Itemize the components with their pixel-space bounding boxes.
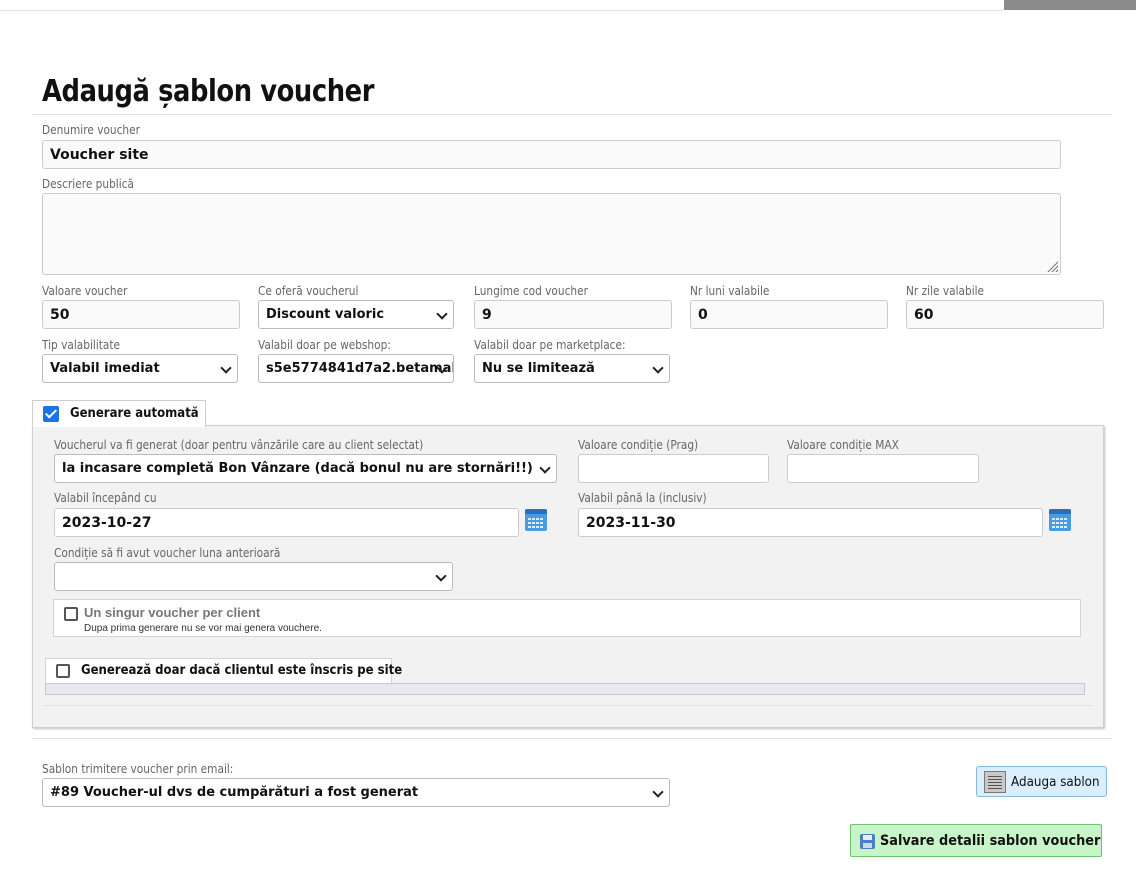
single-voucher-box: Un singur voucher per client Dupa prima … (53, 599, 1081, 637)
floppy-disk-icon (860, 834, 875, 849)
inscris-tab[interactable]: Generează doar dacă clientul este înscri… (45, 658, 402, 684)
marketplace-value: Nu se limitează (482, 361, 595, 376)
start-date-input[interactable]: 2023-10-27 (54, 508, 519, 537)
section-divider (32, 738, 1112, 739)
descriere-label: Descriere publică (42, 177, 134, 191)
auto-generation-label: Generare automată (70, 406, 199, 421)
top-divider (0, 10, 1004, 11)
tip-value: Valabil imediat (50, 361, 160, 376)
webshop-value: s5e5774841d7a2.betamall.bo (266, 361, 454, 376)
end-date-label: Valabil până la (inclusiv) (578, 491, 707, 505)
luni-label: Nr luni valabile (690, 284, 770, 298)
calendar-icon[interactable] (525, 509, 547, 531)
descriere-textarea[interactable] (42, 193, 1061, 275)
single-voucher-desc: Dupa prima generare nu se vor mai genera… (84, 623, 322, 634)
title-divider (32, 114, 1112, 115)
generat-label: Voucherul va fi generat (doar pentru vân… (54, 438, 424, 452)
max-label: Valoare condiție MAX (787, 438, 899, 452)
ofera-select[interactable]: Discount valoric (258, 300, 454, 329)
marketplace-select[interactable]: Nu se limitează (474, 354, 670, 383)
valoare-label: Valoare voucher (42, 284, 128, 298)
lungime-input[interactable]: 9 (474, 300, 672, 329)
email-template-value: #89 Voucher-ul dvs de cumpărături a fost… (50, 785, 419, 800)
chevron-down-icon (652, 786, 664, 798)
prag-input[interactable] (578, 454, 769, 483)
conditie-select[interactable] (54, 562, 453, 591)
add-template-label: Adauga sablon (1011, 775, 1100, 790)
inscris-checkbox[interactable] (56, 664, 70, 678)
generat-select[interactable]: la incasare completă Bon Vânzare (dacă b… (54, 454, 557, 483)
zile-label: Nr zile valabile (906, 284, 985, 298)
luni-input[interactable]: 0 (690, 300, 888, 329)
page-title: Adaugă șablon voucher (42, 74, 375, 109)
save-label: Salvare detalii sablon voucher (880, 833, 1101, 849)
add-template-button[interactable]: Adauga sablon (976, 766, 1107, 797)
single-voucher-checkbox[interactable] (64, 607, 78, 621)
chevron-down-icon (436, 308, 448, 320)
ofera-value: Discount valoric (266, 307, 385, 322)
denumire-label: Denumire voucher (42, 123, 140, 137)
chevron-down-icon (539, 462, 551, 474)
chevron-down-icon (220, 362, 232, 374)
chevron-down-icon (652, 362, 664, 374)
inscris-collapsed-panel (45, 683, 1085, 695)
document-icon (984, 771, 1006, 793)
top-right-bar (1004, 0, 1136, 10)
valoare-input[interactable]: 50 (42, 300, 240, 329)
chevron-down-icon (435, 570, 447, 582)
end-date-input[interactable]: 2023-11-30 (578, 508, 1043, 537)
email-template-label: Sablon trimitere voucher prin email: (42, 762, 234, 776)
tip-label: Tip valabilitate (42, 338, 121, 352)
lungime-label: Lungime cod voucher (474, 284, 588, 298)
auto-generation-tab[interactable]: Generare automată (32, 400, 206, 427)
tip-select[interactable]: Valabil imediat (42, 354, 238, 383)
auto-generation-checkbox[interactable] (43, 406, 59, 422)
calendar-icon[interactable] (1049, 509, 1071, 531)
save-button[interactable]: Salvare detalii sablon voucher (850, 824, 1102, 857)
single-voucher-title: Un singur voucher per client (84, 605, 261, 620)
panel-inner-divider (44, 705, 1092, 706)
email-template-select[interactable]: #89 Voucher-ul dvs de cumpărături a fost… (42, 778, 670, 807)
zile-input[interactable]: 60 (906, 300, 1104, 329)
generat-value: la incasare completă Bon Vânzare (dacă b… (62, 461, 533, 476)
webshop-select[interactable]: s5e5774841d7a2.betamall.bo (258, 354, 454, 383)
resize-grip-icon[interactable] (1046, 260, 1058, 272)
conditie-label: Condiție să fi avut voucher luna anterio… (54, 546, 281, 560)
inscris-label: Generează doar dacă clientul este înscri… (81, 663, 403, 678)
prag-label: Valoare condiție (Prag) (578, 438, 699, 452)
start-date-label: Valabil începând cu (54, 491, 157, 505)
webshop-label: Valabil doar pe webshop: (258, 338, 391, 352)
denumire-input[interactable]: Voucher site (42, 140, 1061, 169)
ofera-label: Ce oferă voucherul (258, 284, 359, 298)
max-input[interactable] (787, 454, 979, 483)
marketplace-label: Valabil doar pe marketplace: (474, 338, 626, 352)
